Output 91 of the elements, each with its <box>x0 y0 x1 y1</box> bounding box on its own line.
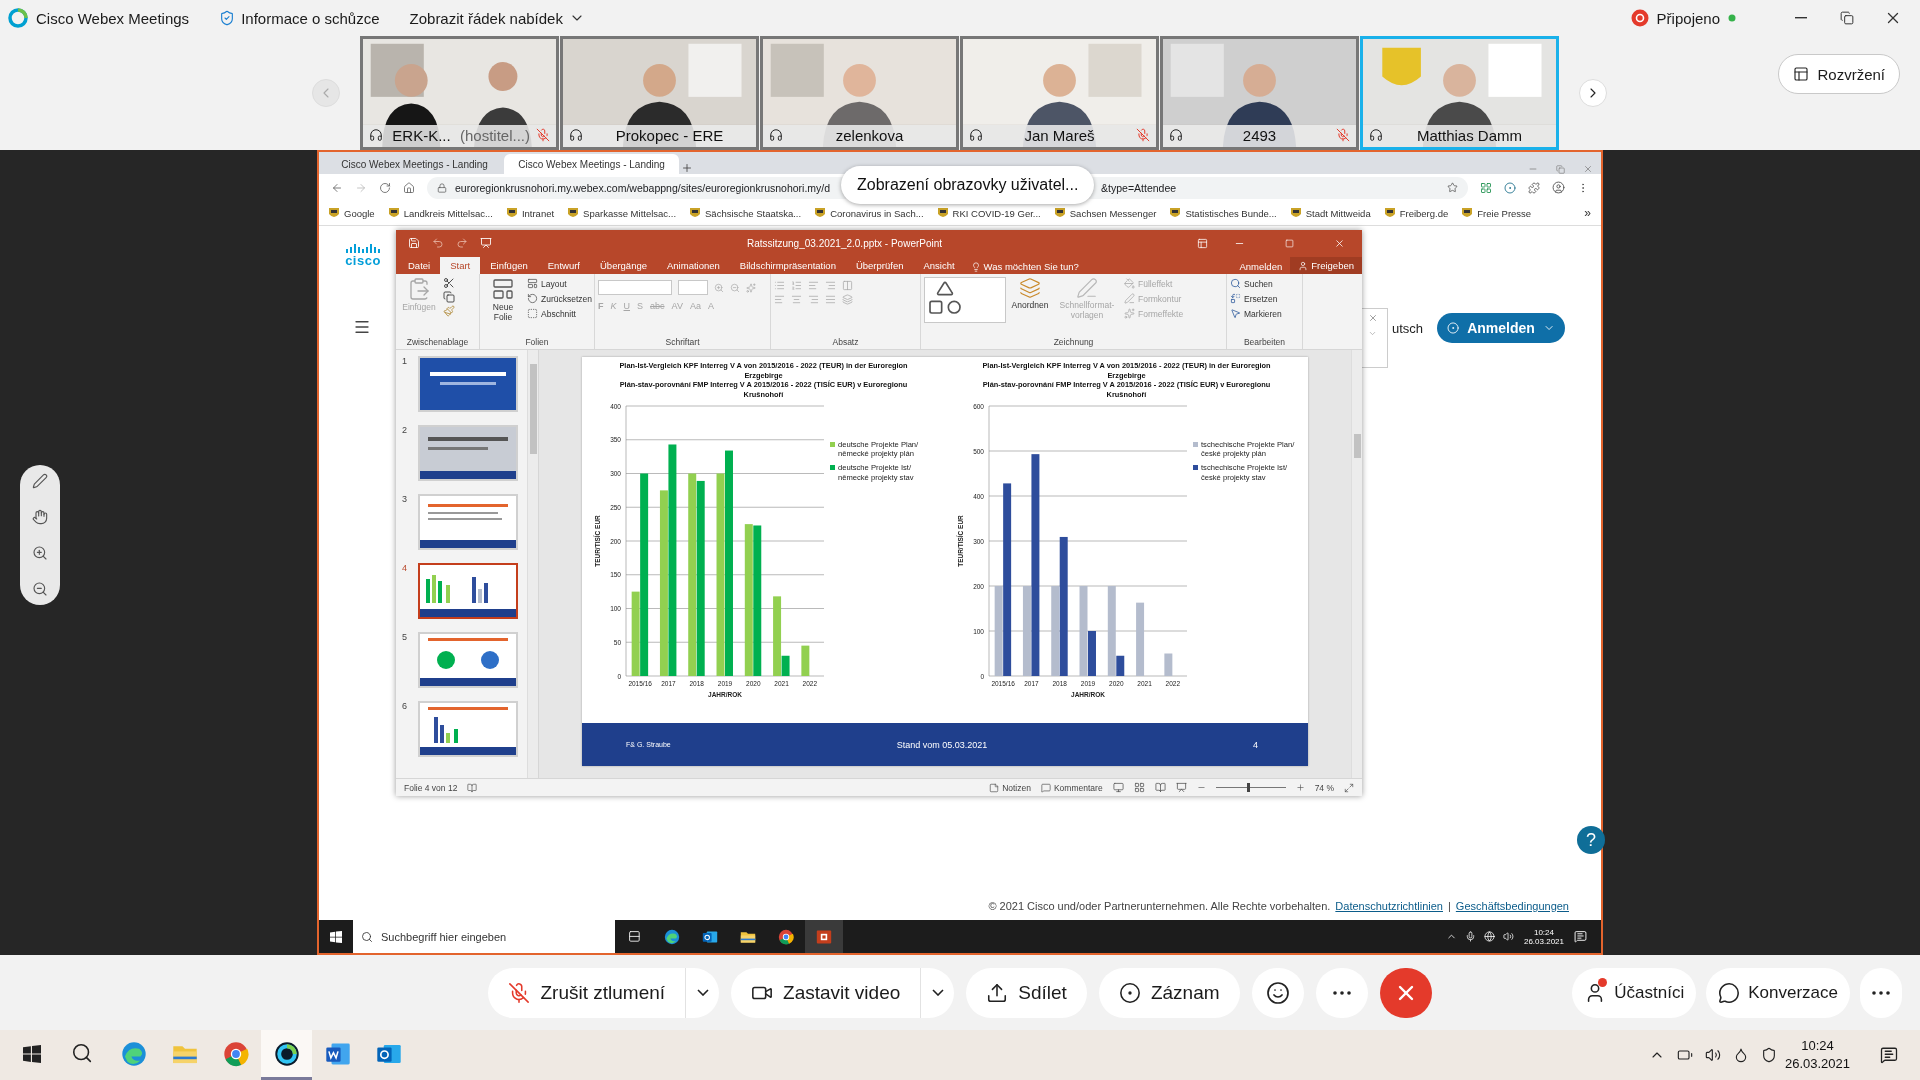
ribbon-command[interactable]: Markieren <box>1230 307 1282 320</box>
participants-button[interactable]: Účastníci <box>1572 967 1697 1018</box>
ribbon-command[interactable]: Zurücksetzen <box>527 292 593 305</box>
ribbon-tab[interactable]: Entwurf <box>537 257 590 274</box>
participant-name: 2493 <box>1241 126 1278 144</box>
ribbon-group-label: Bearbeiten <box>1242 337 1287 349</box>
bookmark-link[interactable]: Freie Presse <box>1462 207 1532 219</box>
share-button[interactable]: Sdílet <box>966 967 1087 1018</box>
participant-role: (hostitel...) <box>459 126 530 144</box>
screen-share-label: Zobrazení obrazovky uživatel... <box>841 166 1095 204</box>
tab-title: Cisco Webex Meetings - Landing <box>341 158 488 170</box>
layout-button[interactable]: Rozvržení <box>1778 54 1900 94</box>
sign-in-button[interactable]: Anmelden <box>1437 313 1565 343</box>
browser-tab[interactable]: Cisco Webex Meetings - Landing <box>327 154 502 174</box>
clock-time: 10:24 <box>1533 927 1554 937</box>
footer-date: Stand vom 05.03.2021 <box>895 739 989 750</box>
bookmark-link[interactable]: Freiberg.de <box>1384 207 1449 219</box>
stop-video-button[interactable]: Zastavit video <box>731 967 921 1018</box>
arrange-button[interactable]: Anordnen <box>1010 277 1050 311</box>
ribbon-tab[interactable]: Animationen <box>657 257 730 274</box>
menu-bar-toggle[interactable]: Zobrazit řádek nabídek <box>409 9 585 27</box>
bookmark-link[interactable]: RKI COVID-19 Ger... <box>937 207 1041 219</box>
sign-in-link[interactable]: Anmelden <box>1231 261 1291 274</box>
bookmark-link[interactable]: Sparkasse Mittelsac... <box>568 207 676 219</box>
privacy-link[interactable]: Datenschutzrichtlinien <box>1335 900 1443 912</box>
tab-title: Cisco Webex Meetings - Landing <box>518 158 665 170</box>
ribbon-group-label: Absatz <box>831 337 860 349</box>
bookmark-link[interactable]: Google <box>329 207 375 219</box>
ribbon-group-label: Schriftart <box>664 337 701 349</box>
bookmark-link[interactable]: Sachsen Messenger <box>1054 207 1157 219</box>
ribbon-group-label: Zeichnung <box>1052 337 1095 349</box>
ribbon-tab[interactable]: Start <box>440 257 481 274</box>
slide-number: 4 <box>1252 739 1258 750</box>
meeting-info-button[interactable]: Informace o schůzce <box>219 9 380 27</box>
chat-button[interactable]: Konverzace <box>1706 967 1850 1018</box>
slide-number: 4 <box>402 563 408 573</box>
ribbon-tab[interactable]: Datei <box>398 257 441 274</box>
ribbon-tab[interactable]: Ansicht <box>913 257 965 274</box>
bookmark-link[interactable]: Intranet <box>506 207 555 219</box>
participant-name: Matthias Damm <box>1416 126 1523 144</box>
unmute-button[interactable]: Zrušit ztlumení <box>488 967 686 1018</box>
ribbon-group-label: Zwischenablage <box>405 337 470 349</box>
ribbon-tab[interactable]: Überprüfen <box>845 257 914 274</box>
search-placeholder: Suchbegriff hier eingeben <box>381 930 507 943</box>
ribbon-command[interactable]: Layout <box>527 277 593 290</box>
tell-me-field[interactable]: Was möchten Sie tun? <box>964 261 1089 274</box>
ribbon-command[interactable]: Abschnitt <box>527 307 593 320</box>
ribbon-command[interactable]: Ersetzen <box>1230 292 1282 305</box>
language-selector: utsch <box>1391 320 1423 336</box>
notes-button[interactable]: Notizen <box>989 782 1031 793</box>
slide-number: 3 <box>402 494 408 504</box>
terms-link[interactable]: Geschäftsbedingungen <box>1455 900 1569 912</box>
ribbon-group-label: Folien <box>524 337 550 349</box>
ribbon-tab[interactable]: Übergänge <box>590 257 657 274</box>
slide-number: 1 <box>402 356 408 366</box>
record-button[interactable]: Záznam <box>1098 967 1240 1018</box>
slide-number: 6 <box>402 701 408 711</box>
url-text: &type=Attendee <box>1101 181 1177 194</box>
slide-counter: Folie 4 von 12 <box>404 782 458 793</box>
cisco-logo: cisco <box>345 253 381 268</box>
slide-number: 5 <box>402 632 408 642</box>
participant-name: Prokopec - ERE <box>614 126 725 144</box>
ribbon-tab[interactable]: Bildschirmpräsentation <box>729 257 846 274</box>
new-slide-button[interactable]: Neue Folie <box>483 277 523 323</box>
taskbar-search-field[interactable]: Suchbegriff hier eingeben <box>353 920 615 953</box>
copyright-text: © 2021 Cisco und/oder Partnerunternehmen. Alle Rechte vorbehalten. <box>988 900 1331 912</box>
bookmark-link[interactable]: Landkreis Mittelsac... <box>388 207 493 219</box>
url-text: euroregionkrusnohori.my.webex.com/webappng/sites/euroregionkrusnohori.my/d <box>455 181 831 194</box>
clock-date: 26.03.2021 <box>1523 936 1564 946</box>
clock-time: 10:24 <box>1801 1037 1834 1055</box>
help-button[interactable]: ? <box>1577 826 1605 854</box>
bookmark-link[interactable]: Sächsische Staatska... <box>690 207 802 219</box>
window-title: Ratssitzung_03.2021_2.0.pptx - PowerPoint <box>745 237 944 249</box>
ribbon-tab[interactable]: Einfügen <box>480 257 538 274</box>
participant-name: zelenkova <box>834 126 905 144</box>
slide-number: 2 <box>402 425 408 435</box>
bookmark-link[interactable]: Stadt Mittweida <box>1290 207 1371 219</box>
share-button[interactable]: Freigeben <box>1290 257 1362 274</box>
clock-date: 26.03.2021 <box>1784 1055 1850 1073</box>
participant-name: Jan Mareš <box>1023 126 1096 144</box>
browser-tab[interactable]: Cisco Webex Meetings - Landing <box>504 154 679 174</box>
link-separator: | <box>1448 900 1451 912</box>
app-title: Cisco Webex Meetings <box>36 9 190 27</box>
connection-status: Připojeno <box>1656 9 1720 27</box>
participant-name: ERK-K... <box>391 126 452 144</box>
more-bookmarks-button[interactable]: » <box>1584 206 1591 220</box>
ribbon-command[interactable]: Suchen <box>1230 277 1282 290</box>
bookmark-link[interactable]: Coronavirus in Sach... <box>815 207 924 219</box>
comments-button[interactable]: Kommentare <box>1040 782 1103 793</box>
zoom-level: 74 % <box>1314 782 1334 793</box>
bookmark-link[interactable]: Statistisches Bunde... <box>1170 207 1277 219</box>
